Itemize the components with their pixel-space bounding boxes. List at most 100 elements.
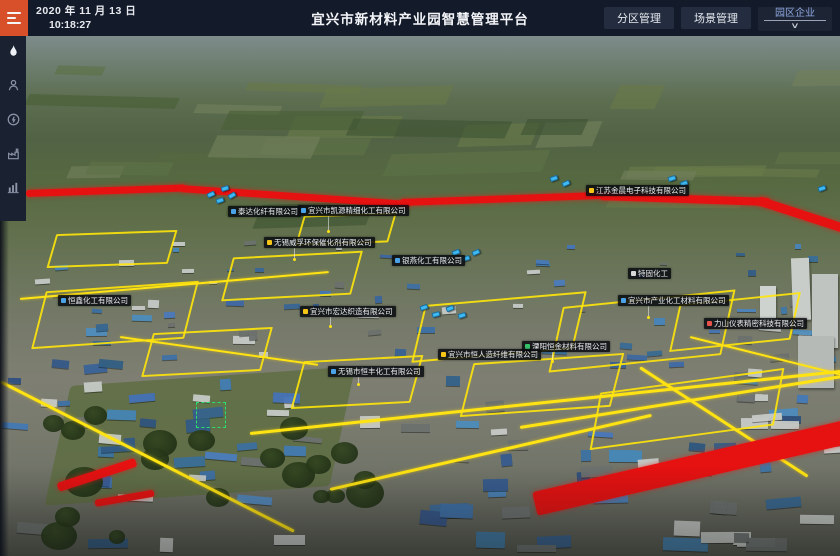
company-label[interactable]: 宜兴市宏达织造有限公司 xyxy=(300,306,396,317)
chevron-down-icon: ∨ xyxy=(790,21,799,30)
factory-building xyxy=(2,422,28,430)
factory-building xyxy=(500,454,512,467)
label-leader-line xyxy=(294,248,295,258)
label-anchor-dot xyxy=(327,230,330,233)
field-patch xyxy=(520,119,588,135)
company-label[interactable]: 恒鑫化工有限公司 xyxy=(58,295,131,306)
time-text: 10:18:27 xyxy=(49,18,136,32)
scene-management-button[interactable]: 场景管理 xyxy=(681,7,751,29)
factory-building xyxy=(746,538,787,551)
vehicle-marker[interactable] xyxy=(561,180,570,188)
company-marker-icon xyxy=(331,369,336,374)
tree-cluster xyxy=(55,507,80,527)
factory-building xyxy=(502,506,530,518)
company-label[interactable]: 宜兴市产业化工材料有限公司 xyxy=(618,295,729,306)
factory-building xyxy=(395,348,407,356)
company-marker-icon xyxy=(303,309,308,314)
vehicle-marker[interactable] xyxy=(471,249,480,257)
factory-building xyxy=(284,446,306,456)
flame-icon[interactable] xyxy=(4,42,22,60)
company-label-text: 无锡市恒丰化工有限公司 xyxy=(338,366,421,377)
company-label-text: 恒鑫化工有限公司 xyxy=(68,295,128,306)
factory-building xyxy=(566,245,574,249)
bar-chart-icon[interactable] xyxy=(4,178,22,196)
company-label-text: 特固化工 xyxy=(638,268,668,279)
map-3d-view[interactable]: 泰达化纤有限公司宜兴市凯源精细化工有限公司无锡威孚环保催化剂有限公司银燕化工有限… xyxy=(0,36,840,556)
factory-building xyxy=(490,428,506,435)
company-label-text: 江苏金晨电子科技有限公司 xyxy=(596,185,686,196)
company-label-text: 泰达化纤有限公司 xyxy=(238,206,298,217)
datetime-display: 2020 年 11 月 13 日 10:18:27 xyxy=(28,0,136,36)
vehicle-marker[interactable] xyxy=(215,197,224,204)
menu-icon[interactable] xyxy=(0,0,28,36)
company-marker-icon xyxy=(631,271,636,276)
red-route xyxy=(757,196,840,235)
field-patch xyxy=(346,118,513,138)
factory-building xyxy=(35,279,51,285)
company-label[interactable]: 宜兴市凯源精细化工有限公司 xyxy=(298,205,409,216)
tree-cluster xyxy=(331,442,359,464)
company-label[interactable]: 力山仪表精密科技有限公司 xyxy=(704,318,807,329)
factory-building xyxy=(182,269,194,274)
vehicle-marker[interactable] xyxy=(549,175,558,182)
company-label-text: 宜兴市恒人造纤维有限公司 xyxy=(448,349,538,360)
field-patch xyxy=(207,135,321,159)
park-enterprise-dropdown[interactable]: 园区企业 ∨ xyxy=(758,7,832,31)
selection-marquee[interactable] xyxy=(196,402,226,428)
company-label-text: 无锡威孚环保催化剂有限公司 xyxy=(274,237,372,248)
company-label[interactable]: 泰达化纤有限公司 xyxy=(228,206,301,217)
field-patch xyxy=(221,111,365,131)
factory-building xyxy=(713,500,728,514)
factory-building xyxy=(267,410,289,416)
dropdown-label: 园区企业 xyxy=(775,8,815,19)
meter-icon[interactable] xyxy=(4,110,22,128)
company-label[interactable]: 江苏金晨电子科技有限公司 xyxy=(586,185,689,196)
factory-building xyxy=(517,545,556,552)
field-patch xyxy=(85,161,173,175)
factory-building xyxy=(701,532,734,543)
vehicle-marker[interactable] xyxy=(817,185,826,192)
factory-building xyxy=(274,535,305,545)
company-marker-icon xyxy=(589,188,594,193)
company-label-text: 宜兴市产业化工材料有限公司 xyxy=(628,295,726,306)
factory-building xyxy=(748,270,756,277)
factory-building xyxy=(440,503,474,519)
field-patch xyxy=(24,94,179,109)
factory-building xyxy=(581,450,591,461)
company-marker-icon xyxy=(707,321,712,326)
field-patch xyxy=(774,152,840,165)
factory-building xyxy=(375,296,383,304)
person-alert-icon[interactable] xyxy=(4,76,22,94)
tree-cluster xyxy=(109,530,126,543)
factory-building xyxy=(368,330,382,336)
factory-building xyxy=(527,269,540,274)
red-route xyxy=(400,192,610,206)
company-label-text: 银燕化工有限公司 xyxy=(402,255,462,266)
factory-building xyxy=(771,421,799,429)
date-text: 2020 年 11 月 13 日 xyxy=(36,4,136,18)
company-label[interactable]: 银燕化工有限公司 xyxy=(392,255,465,266)
label-leader-line xyxy=(328,216,329,230)
factory-icon[interactable] xyxy=(4,144,22,162)
tree-cluster xyxy=(84,406,107,425)
factory-building xyxy=(797,394,808,402)
vehicle-marker[interactable] xyxy=(667,175,676,182)
label-anchor-dot xyxy=(551,360,554,363)
zone-management-button[interactable]: 分区管理 xyxy=(604,7,674,29)
company-label[interactable]: 无锡威孚环保催化剂有限公司 xyxy=(264,237,375,248)
company-marker-icon xyxy=(301,208,306,213)
company-label[interactable]: 特固化工 xyxy=(628,268,671,279)
factory-building xyxy=(219,379,231,391)
factory-building xyxy=(808,256,818,262)
company-label[interactable]: 宜兴市恒人造纤维有限公司 xyxy=(438,349,541,360)
tree-cluster xyxy=(260,448,285,468)
factory-building xyxy=(58,401,70,407)
factory-building xyxy=(283,304,299,309)
factory-building xyxy=(669,362,684,368)
company-label-text: 溧阳恒金材料有限公司 xyxy=(532,341,607,352)
company-label[interactable]: 无锡市恒丰化工有限公司 xyxy=(328,366,424,377)
factory-building xyxy=(766,497,802,511)
company-marker-icon xyxy=(267,240,272,245)
company-marker-icon xyxy=(61,298,66,303)
company-label-text: 力山仪表精密科技有限公司 xyxy=(714,318,804,329)
